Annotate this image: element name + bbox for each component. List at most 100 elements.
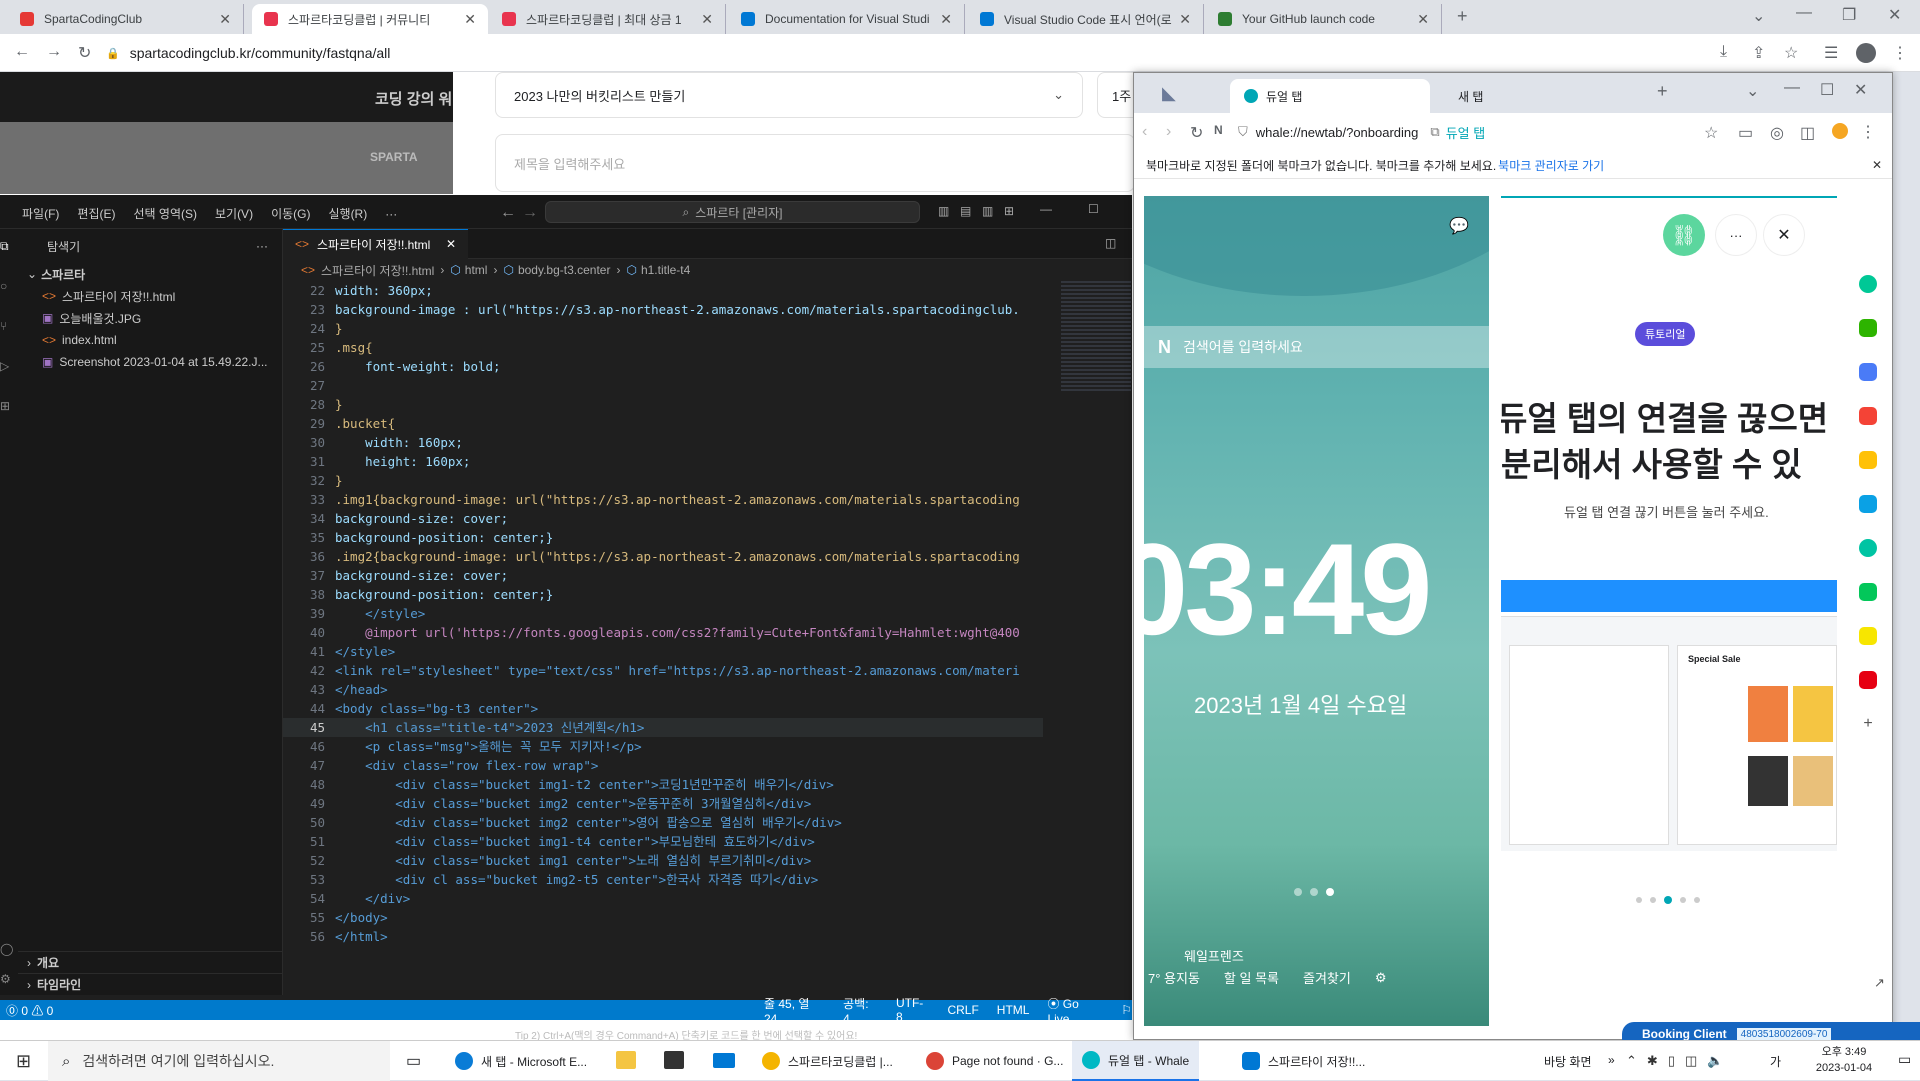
battery-icon[interactable]: ▯ xyxy=(1668,1053,1675,1069)
editor-tab[interactable]: <> 스파르타이 저장!!.html ✕ xyxy=(283,228,468,259)
close-tab-icon[interactable]: ✕ xyxy=(464,11,476,28)
encoding[interactable]: UTF-8 xyxy=(896,996,929,1024)
run-debug-icon[interactable]: ▷ xyxy=(0,359,9,373)
chat-icon[interactable]: 💬 xyxy=(1449,216,1469,236)
code-line[interactable]: 45 <h1 class="title-t4">2023 신년계획</h1> xyxy=(283,718,1043,737)
ime-indicator[interactable]: 가 xyxy=(1770,1053,1781,1070)
bluetooth-icon[interactable]: ✱ xyxy=(1647,1053,1658,1069)
code-line[interactable]: 33 .img1{background-image: url("https://s… xyxy=(283,490,1043,509)
code-line[interactable]: 52 <div class="bucket img1 center">노래 열심… xyxy=(283,851,1043,870)
dot[interactable] xyxy=(1694,897,1700,903)
install-icon[interactable]: ⤓ xyxy=(1720,43,1727,61)
explorer-icon[interactable]: ⧉ xyxy=(0,239,9,254)
minimize-icon[interactable]: — xyxy=(1796,4,1812,22)
go-live-button[interactable]: ⦿ Go Live xyxy=(1047,995,1103,1026)
split-view-icon[interactable]: ◫ xyxy=(1800,123,1815,143)
code-line[interactable]: 40 @import url('https://fonts.googleapis… xyxy=(283,623,1043,642)
more-icon[interactable]: ··· xyxy=(1715,214,1757,256)
menu-item[interactable]: 편집(E) xyxy=(77,205,115,222)
dot[interactable] xyxy=(1636,897,1642,903)
chrome-tab[interactable]: Visual Studio Code 표시 언어(로 ✕ xyxy=(968,4,1204,34)
code-line[interactable]: 32} xyxy=(283,471,1043,490)
code-line[interactable]: 36 .img2{background-image: url("https://s… xyxy=(283,547,1043,566)
naver-n-icon[interactable]: N xyxy=(1214,123,1223,137)
share-icon[interactable]: ⇪ xyxy=(1752,43,1765,63)
breadcrumb-item[interactable]: html xyxy=(465,263,488,277)
tab-new[interactable]: 새 탭 xyxy=(1444,79,1634,113)
code-line[interactable]: 47 <div class="row flex-row wrap"> xyxy=(283,756,1043,775)
menu-icon[interactable]: ⋮ xyxy=(1892,43,1908,63)
line-ending[interactable]: CRLF xyxy=(947,1003,978,1017)
maximize-icon[interactable]: ☐ xyxy=(1820,80,1834,100)
code-line[interactable]: 56 </html> xyxy=(283,927,1043,946)
bookmark-icon[interactable]: ☆ xyxy=(1704,123,1718,143)
chrome-tab[interactable]: SpartaCodingClub ✕ xyxy=(8,4,244,34)
back-icon[interactable]: ← xyxy=(14,43,30,61)
reload-icon[interactable]: ↻ xyxy=(1190,123,1203,143)
chrome-tab[interactable]: Your GitHub launch code ✕ xyxy=(1206,4,1442,34)
code-line[interactable]: 48 <div class="bucket img1-t2 center">코딩… xyxy=(283,775,1043,794)
chrome-tab[interactable]: Documentation for Visual Studi ✕ xyxy=(729,4,965,34)
code-line[interactable]: 22 width: 360px; xyxy=(283,281,1043,300)
outline-section[interactable]: › 개요 xyxy=(18,951,282,973)
new-tab-button[interactable]: + xyxy=(1657,81,1668,102)
taskbar-search[interactable]: ⌕ 검색하려면 여기에 입력하십시오. xyxy=(48,1041,390,1081)
reading-list-icon[interactable]: ☰ xyxy=(1824,43,1838,63)
code-line[interactable]: 51 <div class="bucket img1-t4 center">부모… xyxy=(283,832,1043,851)
layout-panel-icon[interactable]: ▤ xyxy=(960,204,971,218)
capture-icon[interactable]: ◎ xyxy=(1770,123,1784,143)
notification-icon[interactable]: ▭ xyxy=(1898,1051,1911,1068)
command-center[interactable]: ⌕ 스파르타 [관리자] xyxy=(545,201,920,223)
close-icon[interactable]: ✕ xyxy=(1763,214,1805,256)
menu-item[interactable]: 파일(F) xyxy=(22,205,59,222)
sidebar-app-icon[interactable] xyxy=(1859,627,1877,645)
code-line[interactable]: 34 background-size: cover; xyxy=(283,509,1043,528)
menu-item[interactable]: 실행(R) xyxy=(328,205,367,222)
dot[interactable] xyxy=(1680,897,1686,903)
code-line[interactable]: 24} xyxy=(283,319,1043,338)
code-line[interactable]: 42 <link rel="stylesheet" type="text/css"… xyxy=(283,661,1043,680)
breadcrumb-item[interactable]: h1.title-t4 xyxy=(641,263,690,277)
whale-address-bar[interactable]: ⛉ whale://newtab/?onboarding ⧉ 듀얼 탭 xyxy=(1238,119,1658,145)
file-item[interactable]: <> index.html xyxy=(18,329,282,351)
customize-layout-icon[interactable]: ⊞ xyxy=(1004,204,1014,218)
account-icon[interactable]: ◯ xyxy=(0,942,13,956)
taskbar-app-chrome-1[interactable]: 스파르타코딩클럽 |... xyxy=(752,1041,903,1081)
clock-area[interactable]: 오후 3:49 2023-01-04 xyxy=(1796,1044,1892,1076)
close-window-icon[interactable]: ✕ xyxy=(1888,5,1901,25)
code-line[interactable]: 50 <div class="bucket img2 center">영어 팝송… xyxy=(283,813,1043,832)
close-tab-icon[interactable]: ✕ xyxy=(701,11,713,28)
file-item[interactable]: ▣ Screenshot 2023-01-04 at 15.49.22.J... xyxy=(18,351,282,373)
forward-icon[interactable]: → xyxy=(46,43,62,61)
dot[interactable] xyxy=(1294,888,1302,896)
code-line[interactable]: 39 </style> xyxy=(283,604,1043,623)
code-line[interactable]: 53 <div cl ass="bucket img2-t5 center">한… xyxy=(283,870,1043,889)
code-line[interactable]: 49 <div class="bucket img2 center">운동꾸준히… xyxy=(283,794,1043,813)
menu-item[interactable]: 보기(V) xyxy=(215,205,253,222)
code-line[interactable]: 26 font-weight: bold; xyxy=(283,357,1043,376)
timeline-section[interactable]: › 타임라인 xyxy=(18,973,282,995)
cursor-position[interactable]: 줄 45, 열 24 xyxy=(764,995,825,1026)
language-mode[interactable]: HTML xyxy=(997,1003,1030,1017)
chrome-tab[interactable]: 스파르타코딩클럽 | 커뮤니티 ✕ xyxy=(252,4,488,34)
chevron-icon[interactable]: » xyxy=(1608,1053,1615,1067)
sidebar-app-icon[interactable] xyxy=(1859,495,1877,513)
code-line[interactable]: 30 width: 160px; xyxy=(283,433,1043,452)
sidebar-app-icon[interactable] xyxy=(1859,539,1877,557)
code-line[interactable]: 37 background-size: cover; xyxy=(283,566,1043,585)
file-item[interactable]: <> 스파르타이 저장!!.html xyxy=(18,285,282,307)
dot-active[interactable] xyxy=(1664,896,1672,904)
network-icon[interactable]: ◫ xyxy=(1685,1053,1697,1069)
minimize-icon[interactable]: — xyxy=(1784,79,1800,97)
code-line[interactable]: 25 .msg{ xyxy=(283,338,1043,357)
breadcrumb-item[interactable]: body.bg-t3.center xyxy=(518,263,611,277)
taskbar-app-vscode[interactable]: 스파르타이 저장!!... xyxy=(1232,1041,1375,1081)
layout-secondary-icon[interactable]: ▥ xyxy=(982,204,993,218)
sidebar-app-icon[interactable] xyxy=(1859,319,1877,337)
address-bar[interactable]: 🔒 spartacodingclub.kr/community/fastqna/… xyxy=(106,38,1746,68)
search-view-icon[interactable]: ○ xyxy=(0,279,7,293)
back-icon[interactable]: ‹ xyxy=(1142,123,1147,141)
menu-icon[interactable]: ⋮ xyxy=(1860,122,1876,142)
mail-icon[interactable] xyxy=(713,1053,735,1068)
tab-dual[interactable]: 듀얼 탭 xyxy=(1230,79,1430,113)
